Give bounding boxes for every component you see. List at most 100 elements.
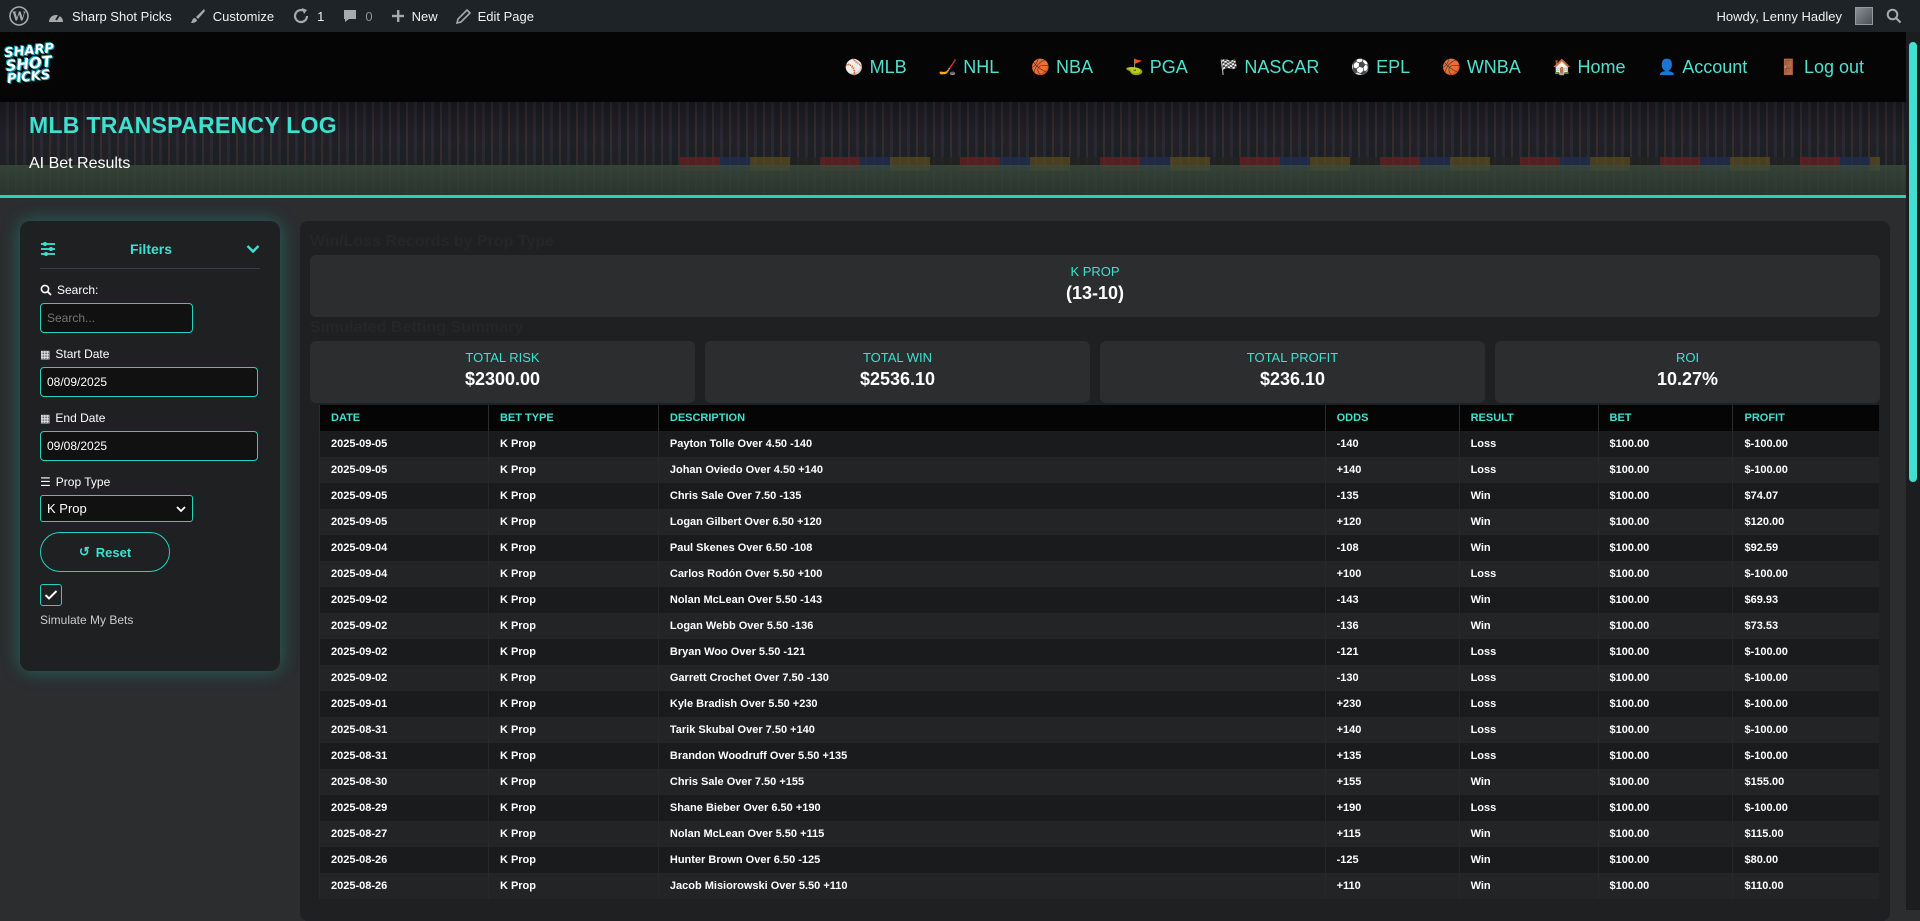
nav-label: PGA (1149, 56, 1188, 77)
table-row: 2025-09-05 K Prop Johan Oviedo Over 4.50 +… (319, 457, 1879, 483)
table-row: 2025-08-27 K Prop Nolan McLean Over 5.50 +… (319, 821, 1879, 847)
cell-bet: $100.00 (1597, 483, 1733, 509)
search-icon (40, 284, 52, 296)
nav-label: NHL (963, 56, 1000, 77)
cell-profit: $73.53 (1732, 613, 1879, 639)
customize-link[interactable]: Customize (181, 0, 283, 32)
col-result[interactable]: RESULT (1458, 405, 1599, 431)
admin-search[interactable] (1877, 0, 1920, 32)
prop-type-select[interactable]: K Prop (40, 495, 193, 522)
prop-record-card: K PROP (13-10) (310, 255, 1880, 317)
site-name-menu[interactable]: Sharp Shot Picks (38, 0, 181, 32)
cell-result: Loss (1458, 561, 1599, 587)
account-menu[interactable]: Howdy, Lenny Hadley (1708, 0, 1878, 32)
nav-logout[interactable]: 🚪 Log out (1763, 57, 1880, 78)
total-profit-card: TOTAL PROFIT $236.10 (1100, 341, 1485, 403)
start-date-label: ▦ Start Date (40, 347, 260, 361)
cell-bet-type: K Prop (487, 431, 659, 457)
cell-profit: $-100.00 (1732, 457, 1879, 483)
nav-label: MLB (869, 56, 907, 77)
chevron-down-icon (176, 505, 186, 512)
card-label: TOTAL PROFIT (1246, 350, 1339, 365)
cell-profit: $-100.00 (1732, 795, 1879, 821)
edit-page-label: Edit Page (477, 8, 534, 24)
search-input[interactable] (40, 303, 193, 333)
nav-wnba[interactable]: 🏀 WNBA (1426, 57, 1537, 78)
cell-odds: +155 (1324, 769, 1460, 795)
nav-nba[interactable]: 🏀 NBA (1015, 57, 1109, 78)
updates-icon (294, 8, 309, 24)
col-bet[interactable]: BET (1597, 405, 1733, 431)
nav-home[interactable]: 🏠 Home (1537, 57, 1642, 78)
baseball-icon: ⚾ (844, 59, 864, 76)
nav-nascar[interactable]: 🏁 NASCAR (1204, 57, 1336, 78)
cell-date: 2025-08-30 (319, 769, 489, 795)
cell-date: 2025-08-31 (319, 743, 489, 769)
cell-result: Win (1458, 509, 1599, 535)
cell-odds: +140 (1324, 717, 1460, 743)
col-date[interactable]: DATE (319, 405, 489, 431)
end-date-label: ▦ End Date (40, 411, 260, 425)
pencil-icon (455, 8, 471, 24)
wordpress-menu[interactable]: W (0, 0, 38, 32)
cell-description: Johan Oviedo Over 4.50 +140 (657, 457, 1326, 483)
col-profit[interactable]: PROFIT (1732, 405, 1879, 431)
comments-link[interactable]: 0 (333, 0, 381, 32)
cell-profit: $120.00 (1732, 509, 1879, 535)
user-icon: 👤 (1657, 59, 1677, 76)
brush-icon (190, 9, 205, 23)
checkmark-icon (44, 590, 58, 600)
col-bet-type[interactable]: BET TYPE (487, 405, 659, 431)
table-row: 2025-08-31 K Prop Tarik Skubal Over 7.50 +… (319, 717, 1879, 743)
new-content-menu[interactable]: New (382, 0, 447, 32)
scrollbar-thumb[interactable] (1909, 42, 1917, 482)
cell-profit: $-100.00 (1732, 639, 1879, 665)
site-logo[interactable]: SHARP SHOT PICKS (4, 41, 68, 93)
nav-nhl[interactable]: 🏒 NHL (923, 57, 1016, 78)
cell-result: Win (1458, 483, 1599, 509)
customize-label: Customize (212, 8, 275, 24)
end-date-input[interactable] (40, 431, 258, 461)
start-date-input[interactable] (40, 367, 258, 397)
cell-bet: $100.00 (1597, 509, 1733, 535)
cell-result: Loss (1458, 717, 1599, 743)
cell-odds: -108 (1324, 535, 1460, 561)
cell-description: Logan Gilbert Over 6.50 +120 (657, 509, 1326, 535)
table-row: 2025-09-05 K Prop Chris Sale Over 7.50 -13… (319, 483, 1879, 509)
nav-epl[interactable]: ⚽ EPL (1335, 57, 1426, 78)
table-row: 2025-09-04 K Prop Carlos Rodón Over 5.50 +… (319, 561, 1879, 587)
filters-header[interactable]: Filters (40, 237, 260, 269)
cell-description: Paul Skenes Over 6.50 -108 (657, 535, 1326, 561)
simulate-checkbox[interactable] (40, 584, 62, 606)
cell-bet-type: K Prop (487, 847, 659, 873)
page-scrollbar[interactable] (1906, 32, 1920, 910)
cell-profit: $155.00 (1732, 769, 1879, 795)
cell-bet: $100.00 (1597, 769, 1733, 795)
cell-bet-type: K Prop (487, 769, 659, 795)
cell-profit: $-100.00 (1732, 561, 1879, 587)
edit-page-link[interactable]: Edit Page (447, 0, 543, 32)
cell-date: 2025-09-05 (319, 431, 489, 457)
cell-bet: $100.00 (1597, 561, 1733, 587)
col-description[interactable]: DESCRIPTION (657, 405, 1326, 431)
cell-bet: $100.00 (1597, 717, 1733, 743)
cell-description: Nolan McLean Over 5.50 +115 (657, 821, 1326, 847)
col-odds[interactable]: ODDS (1324, 405, 1460, 431)
cell-description: Logan Webb Over 5.50 -136 (657, 613, 1326, 639)
cell-odds: -121 (1324, 639, 1460, 665)
cell-profit: $115.00 (1732, 821, 1879, 847)
cell-description: Bryan Woo Over 5.50 -121 (657, 639, 1326, 665)
table-row: 2025-09-02 K Prop Bryan Woo Over 5.50 -121… (319, 639, 1879, 665)
avatar (1855, 7, 1873, 25)
nav-mlb[interactable]: ⚾ MLB (829, 57, 923, 78)
nav-label: Account (1682, 56, 1748, 77)
nav-pga[interactable]: ⛳ PGA (1109, 57, 1204, 78)
prop-type-value: K Prop (47, 501, 87, 516)
reset-button[interactable]: ↺ Reset (40, 532, 170, 572)
updates-link[interactable]: 1 (283, 0, 333, 32)
search-label-text: Search: (57, 283, 99, 297)
howdy-text: Howdy, Lenny Hadley (1716, 8, 1843, 24)
card-value: $2536.10 (859, 369, 936, 389)
cell-description: Nolan McLean Over 5.50 -143 (657, 587, 1326, 613)
nav-account[interactable]: 👤 Account (1642, 57, 1764, 78)
